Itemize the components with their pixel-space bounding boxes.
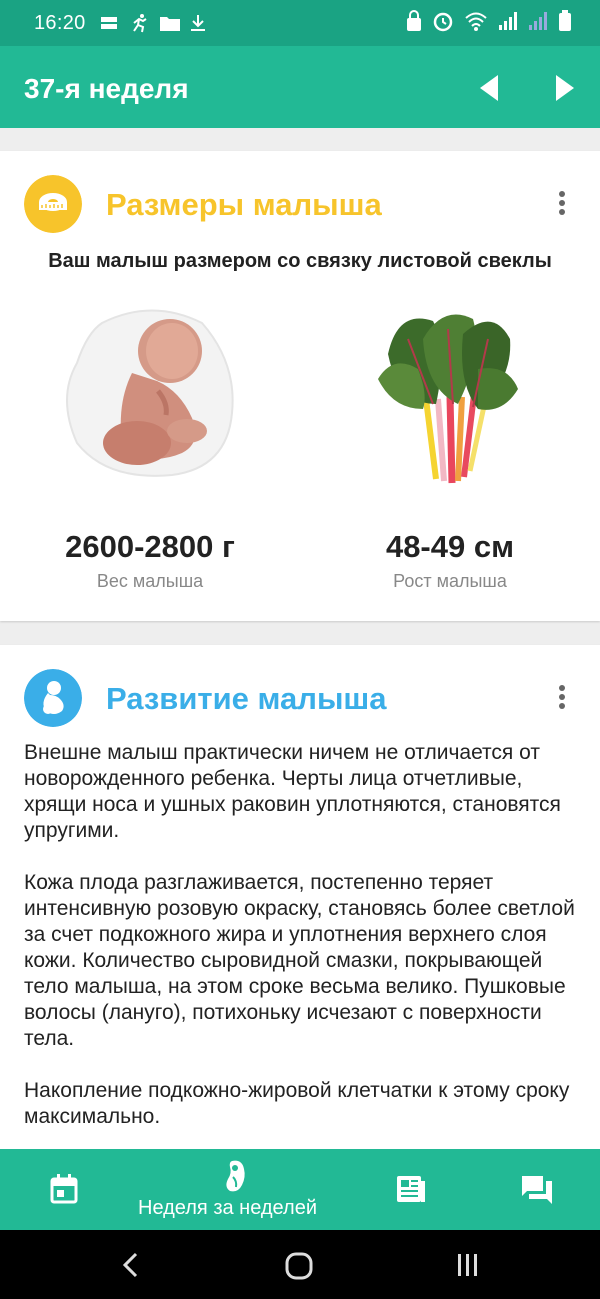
battery-icon — [559, 10, 571, 31]
size-comparison-text: Ваш малыш размером со связку листовой св… — [48, 250, 552, 272]
baby-size-card: Размеры малыша Ваш малыш размером со свя… — [0, 151, 600, 621]
bottom-navigation: Неделя за неделей — [0, 1149, 600, 1230]
tape-measure-icon — [24, 175, 82, 233]
lock-icon — [407, 10, 421, 31]
chat-icon — [522, 1176, 552, 1204]
baby-foot-icon — [226, 1160, 245, 1192]
folder-icon — [159, 17, 180, 31]
baby-weight-value: 2600-2800 г — [65, 529, 235, 564]
baby-development-card: Развитие малыша Внешне малыш практически… — [0, 645, 600, 1165]
fetus-image — [66, 309, 234, 477]
status-bar: 16:20 — [0, 0, 600, 46]
chard-image — [378, 314, 518, 484]
development-paragraph: Кожа плода разглаживается, постепенно те… — [24, 871, 575, 1050]
running-person-icon — [132, 14, 147, 33]
baby-embryo-icon — [24, 669, 82, 727]
app-bar: 37-я неделя — [0, 46, 600, 128]
development-paragraph: Внешне малыш практически ничем не отлича… — [24, 741, 561, 842]
calendar-icon — [50, 1174, 78, 1204]
nav-articles[interactable] — [370, 1149, 450, 1230]
momlife-notification-icon — [100, 17, 117, 29]
baby-development-title: Развитие малыша — [106, 681, 387, 716]
status-time: 16:20 — [34, 11, 86, 34]
baby-size-title: Размеры малыша — [106, 187, 382, 222]
signal-icon — [499, 12, 517, 30]
status-right-icons — [406, 10, 572, 32]
status-left-icons — [98, 13, 206, 33]
previous-week-button[interactable] — [470, 68, 510, 108]
wifi-icon — [465, 12, 487, 31]
development-paragraph: Накопление подкожно-жировой клетчатки к … — [24, 1079, 570, 1128]
download-icon — [190, 15, 205, 31]
home-icon[interactable] — [284, 1251, 314, 1281]
alarm-icon — [433, 12, 453, 32]
articles-icon — [397, 1176, 425, 1202]
baby-size-menu-button[interactable] — [554, 191, 570, 219]
system-navigation-bar — [0, 1230, 600, 1299]
baby-height-value: 48-49 см — [385, 529, 515, 564]
week-title: 37-я неделя — [24, 73, 189, 104]
next-week-button[interactable] — [544, 68, 584, 108]
signal-2-icon — [529, 12, 547, 30]
nav-calendar[interactable] — [20, 1149, 110, 1230]
development-description: Внешне малыш практически ничем не отлича… — [24, 740, 580, 1156]
back-icon[interactable] — [120, 1252, 140, 1278]
recent-apps-icon[interactable] — [455, 1252, 481, 1278]
baby-weight-label: Вес малыша — [96, 571, 204, 591]
arrow-right-icon — [556, 75, 574, 101]
nav-chat[interactable] — [495, 1149, 575, 1230]
nav-week-by-week[interactable]: Неделя за неделей — [130, 1149, 350, 1230]
nav-active-label: Неделя за неделей — [138, 1197, 317, 1219]
baby-development-menu-button[interactable] — [554, 685, 570, 713]
arrow-left-icon — [480, 75, 498, 101]
baby-height-label: Рост малыша — [393, 571, 507, 591]
